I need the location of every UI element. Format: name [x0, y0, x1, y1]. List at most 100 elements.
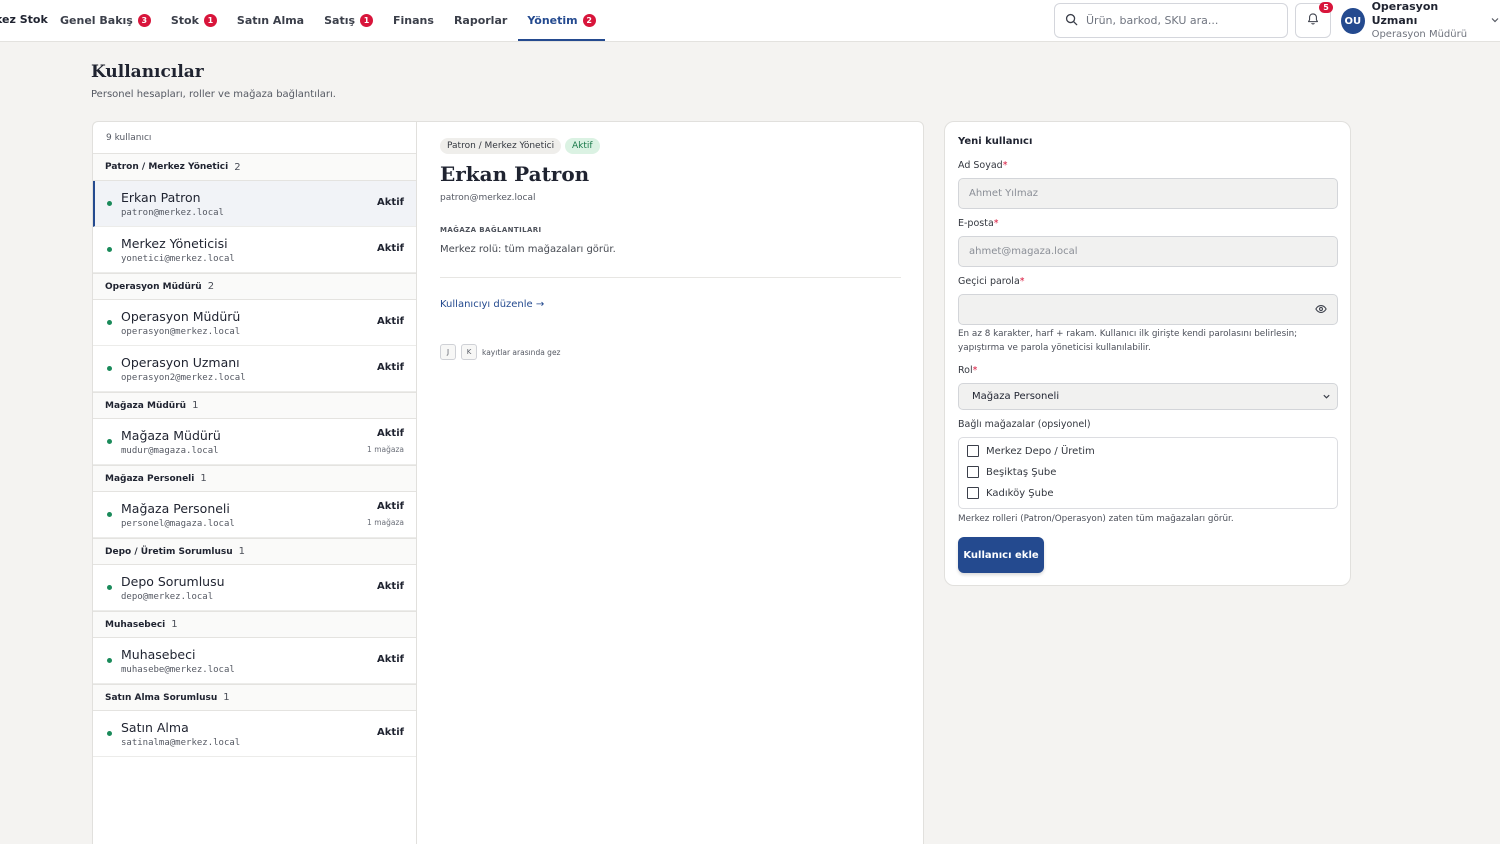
- avatar: OU: [1341, 8, 1365, 34]
- chevron-down-icon: [1322, 392, 1331, 404]
- nav-badge: 3: [137, 13, 151, 27]
- form-title: Yeni kullanıcı: [958, 136, 1033, 147]
- user-email: mudur@magaza.local: [121, 446, 219, 456]
- label-text: Ad Soyad: [958, 160, 1003, 171]
- email-field[interactable]: [958, 236, 1338, 267]
- group-name: Mağaza Personeli: [105, 473, 195, 484]
- email-field-label: E-posta*: [958, 218, 999, 229]
- user-email: depo@merkez.local: [121, 592, 214, 602]
- user-row[interactable]: Erkan Patron patron@merkez.local Aktif: [93, 181, 417, 227]
- divider: [440, 277, 901, 278]
- user-name: Satın Alma: [121, 720, 189, 735]
- user-row[interactable]: Satın Alma satinalma@merkez.local Aktif: [93, 711, 417, 757]
- eye-icon[interactable]: [1315, 303, 1327, 317]
- store-checkbox-list: Merkez Depo / Üretim Beşiktaş Şube Kadık…: [958, 437, 1338, 509]
- active-status-dot: [107, 512, 112, 517]
- user-status: Aktif: [377, 727, 404, 738]
- user-row[interactable]: Mağaza Personeli personel@magaza.local A…: [93, 492, 417, 538]
- group-header: Satın Alma Sorumlusu 1: [93, 684, 417, 711]
- user-status: Aktif: [377, 243, 404, 254]
- label-text: E-posta: [958, 218, 994, 229]
- user-list-panel: 9 kullanıcı Patron / Merkez Yönetici 2 E…: [92, 121, 417, 844]
- active-status-dot: [107, 585, 112, 590]
- store-option[interactable]: Beşiktaş Şube: [967, 466, 1056, 478]
- group-count: 1: [200, 473, 207, 484]
- password-field-label: Geçici parola*: [958, 276, 1025, 287]
- nav-item-yonetim[interactable]: Yönetim 2: [518, 0, 605, 42]
- user-menu[interactable]: OU Operasyon Uzmanı Operasyon Müdürü: [1341, 0, 1500, 40]
- user-row[interactable]: Operasyon Uzmanı operasyon2@merkez.local…: [93, 346, 417, 392]
- active-status-dot: [107, 658, 112, 663]
- role-badge: Patron / Merkez Yönetici: [440, 138, 562, 154]
- main-nav: Genel Bakış 3 Stok 1 Satın Alma Satış 1 …: [60, 0, 605, 42]
- required-mark: *: [972, 365, 978, 376]
- role-field-label: Rol*: [958, 365, 977, 376]
- user-name: Mağaza Müdürü: [121, 428, 221, 443]
- required-mark: *: [1002, 160, 1008, 171]
- nav-label: Stok: [170, 13, 199, 27]
- label-text: Geçici parola: [958, 276, 1020, 287]
- store-option[interactable]: Merkez Depo / Üretim: [967, 445, 1095, 457]
- page-title: Kullanıcılar: [91, 62, 204, 82]
- nav-item-stok[interactable]: Stok 1: [171, 0, 217, 42]
- checkbox[interactable]: [967, 445, 979, 457]
- user-row[interactable]: Operasyon Müdürü operasyon@merkez.local …: [93, 300, 417, 346]
- store-links-text: Merkez rolü: tüm mağazaları görür.: [440, 244, 616, 255]
- nav-item-satin-alma[interactable]: Satın Alma: [237, 0, 304, 42]
- nav-label: Satış: [324, 13, 356, 27]
- add-user-button[interactable]: Kullanıcı ekle: [958, 537, 1044, 573]
- user-status: Aktif: [377, 362, 404, 373]
- user-email: patron@merkez.local: [121, 208, 224, 218]
- nav-item-genel-bakis[interactable]: Genel Bakış 3: [60, 0, 151, 42]
- nav-item-raporlar[interactable]: Raporlar: [454, 0, 507, 42]
- checkbox[interactable]: [967, 487, 979, 499]
- active-status-dot: [107, 366, 112, 371]
- group-count: 1: [238, 546, 246, 557]
- group-name: Satın Alma Sorumlusu: [105, 692, 218, 703]
- user-row[interactable]: Merkez Yöneticisi yonetici@merkez.local …: [93, 227, 417, 273]
- active-status-dot: [107, 320, 112, 325]
- user-name: Erkan Patron: [121, 190, 201, 205]
- edit-user-link[interactable]: Kullanıcıyı düzenle →: [440, 299, 544, 310]
- user-store-count: 1 mağaza: [367, 518, 404, 527]
- bell-icon: [1306, 12, 1320, 29]
- user-name: Mağaza Personeli: [121, 501, 230, 516]
- user-status: Aktif: [377, 581, 404, 592]
- nav-badge: 1: [203, 13, 217, 27]
- user-row[interactable]: Mağaza Müdürü mudur@magaza.local Aktif 1…: [93, 419, 417, 465]
- nav-item-satis[interactable]: Satış 1: [324, 0, 374, 42]
- global-search[interactable]: [1054, 3, 1288, 38]
- password-field[interactable]: [958, 294, 1338, 325]
- checkbox[interactable]: [967, 466, 979, 478]
- group-header: Patron / Merkez Yönetici 2: [93, 154, 417, 181]
- user-name: Operasyon Uzmanı: [1371, 0, 1439, 27]
- name-field-label: Ad Soyad*: [958, 160, 1007, 171]
- active-status-dot: [107, 247, 112, 252]
- nav-label: Raporlar: [453, 13, 508, 27]
- group-header: Mağaza Personeli 1: [93, 465, 417, 492]
- group-name: Patron / Merkez Yönetici: [105, 162, 229, 172]
- nav-item-finans[interactable]: Finans: [393, 0, 434, 42]
- user-email: yonetici@merkez.local: [121, 254, 235, 264]
- search-icon: [1065, 13, 1078, 29]
- status-badge: Aktif: [565, 138, 600, 154]
- group-name: Depo / Üretim Sorumlusu: [105, 546, 233, 557]
- user-count: 9 kullanıcı: [93, 122, 417, 154]
- active-status-dot: [107, 201, 112, 206]
- user-email: operasyon2@merkez.local: [121, 373, 246, 383]
- user-status: Aktif: [377, 428, 404, 439]
- role-select[interactable]: Mağaza Personeli: [958, 383, 1338, 410]
- name-field[interactable]: [958, 178, 1338, 209]
- user-info: Operasyon Uzmanı Operasyon Müdürü: [1372, 0, 1477, 42]
- user-row[interactable]: Muhasebeci muhasebe@merkez.local Aktif: [93, 638, 417, 684]
- brand-name[interactable]: kez Stok: [0, 13, 48, 26]
- nav-label: Finans: [393, 13, 434, 27]
- store-option[interactable]: Kadıköy Şube: [967, 487, 1053, 499]
- user-name: Operasyon Uzmanı: [121, 355, 240, 370]
- user-name: Merkez Yöneticisi: [121, 236, 228, 251]
- group-count: 2: [234, 161, 241, 173]
- search-input[interactable]: [1086, 14, 1276, 27]
- nav-badge: 2: [582, 13, 596, 27]
- notifications-button[interactable]: 5: [1295, 2, 1333, 38]
- user-row[interactable]: Depo Sorumlusu depo@merkez.local Aktif: [93, 565, 417, 611]
